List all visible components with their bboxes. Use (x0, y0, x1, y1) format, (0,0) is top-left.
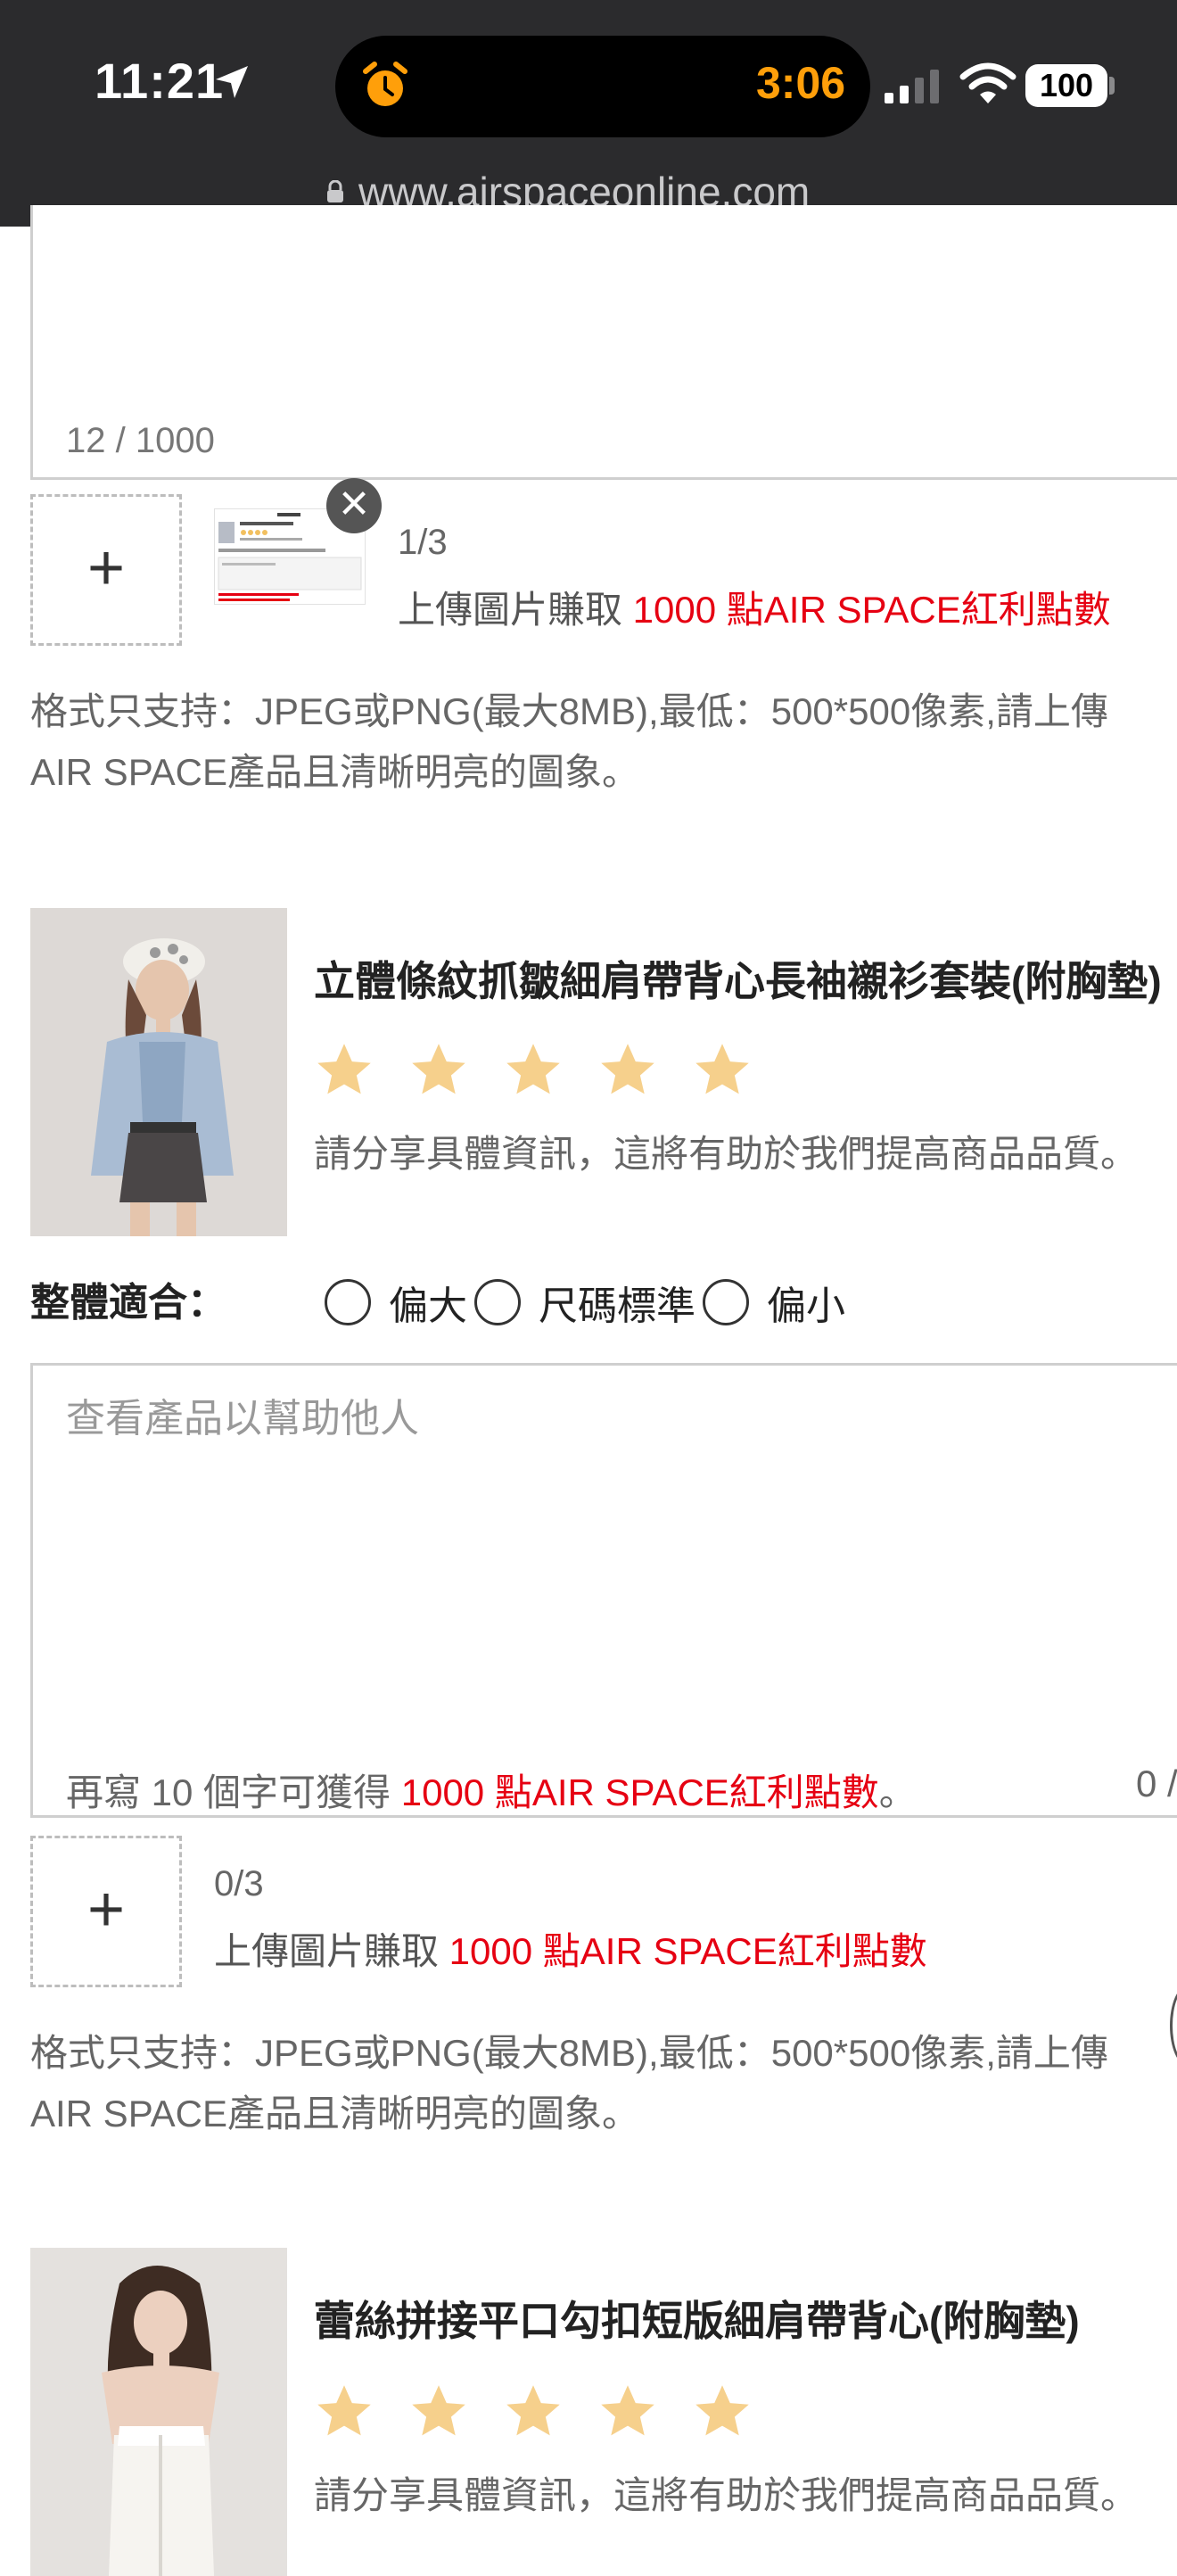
write-bonus-prefix: 再寫 10 個字可獲得 (66, 1771, 401, 1813)
star-icon[interactable] (503, 1040, 564, 1101)
format-note-line-2: AIR SPACE產品且清晰明亮的圖象。 (30, 751, 639, 793)
alarm-clock-icon (363, 62, 407, 106)
write-bonus-suffix: 。 (878, 1771, 917, 1813)
fit-option-label: 偏大 (389, 1284, 467, 1328)
product-photo-3 (30, 2248, 287, 2576)
add-photo-button-2[interactable]: + (30, 1836, 182, 1987)
review-hint-3: 請分享具體資訊，這將有助於我們提高商品品質。 (314, 2474, 1139, 2516)
star-icon[interactable] (408, 2382, 469, 2442)
upload-count-1: 1/3 (398, 523, 448, 562)
fit-radio-group[interactable]: 偏大 尺碼標準 偏小 (325, 1274, 852, 1331)
star-icon[interactable] (314, 2382, 374, 2442)
product-image-2 (30, 908, 287, 1236)
star-icon[interactable] (503, 2382, 564, 2442)
star-icon[interactable] (692, 1040, 753, 1101)
remove-image-button[interactable]: ✕ (326, 478, 382, 533)
star-rating-2[interactable] (314, 1040, 753, 1102)
wifi-icon (959, 62, 1017, 103)
star-icon[interactable] (408, 1040, 469, 1101)
char-counter-1: 12 / 1000 (66, 421, 215, 460)
format-note-line-2: AIR SPACE產品且清晰明亮的圖象。 (30, 2093, 639, 2134)
fit-option-label: 偏小 (767, 1284, 845, 1328)
plus-icon: + (86, 1874, 126, 1945)
format-note-1: 格式只支持：JPEG或PNG(最大8MB),最低：500*500像素,請上傳 A… (30, 681, 1177, 803)
battery-tip (1109, 77, 1115, 95)
live-activity-timer: 3:06 (756, 58, 846, 108)
star-icon[interactable] (692, 2382, 753, 2442)
location-arrow-icon (216, 66, 248, 98)
star-icon[interactable] (597, 2382, 658, 2442)
status-time: 11:21 (95, 53, 225, 109)
battery-indicator: 100 (1025, 64, 1107, 107)
cellular-signal-icon (885, 70, 939, 103)
plus-icon: + (86, 533, 126, 604)
upload-reward-text-2: 上傳圖片賺取 1000 點AIR SPACE紅利點數 (214, 1921, 927, 1976)
char-counter-2: 0 / (1136, 1763, 1177, 1804)
fit-option-label: 尺碼標準 (539, 1284, 696, 1328)
format-note-line-1: 格式只支持：JPEG或PNG(最大8MB),最低：500*500像素,請上傳 (30, 2032, 1108, 2074)
write-bonus-points: 1000 點AIR SPACE紅利點數 (400, 1771, 879, 1813)
lock-icon (327, 180, 343, 202)
review-placeholder-2: 查看產品以幫助他人 (66, 1397, 419, 1441)
upload-reward-text-1: 上傳圖片賺取 1000 點AIR SPACE紅利點數 (398, 580, 1111, 634)
product-image-3 (30, 2248, 287, 2576)
fit-option-large[interactable]: 偏大 (325, 1274, 474, 1331)
upload-reward-prefix: 上傳圖片賺取 (214, 1930, 449, 1972)
upload-reward-points: 1000 點AIR SPACE紅利點數 (449, 1930, 927, 1972)
radio-button[interactable] (325, 1279, 371, 1325)
fit-option-small[interactable]: 偏小 (703, 1274, 852, 1331)
product-title-2: 立體條紋抓皺細肩帶背心長袖襯衫套裝(附胸墊) (314, 958, 1162, 1004)
radio-button[interactable] (703, 1279, 749, 1325)
fit-option-standard[interactable]: 尺碼標準 (474, 1274, 703, 1331)
upload-reward-prefix: 上傳圖片賺取 (398, 589, 633, 631)
star-rating-3[interactable] (314, 2382, 753, 2444)
add-photo-button-1[interactable]: + (30, 494, 182, 646)
write-bonus-hint: 再寫 10 個字可獲得 1000 點AIR SPACE紅利點數。 (66, 1763, 917, 1817)
product-title-3: 蕾絲拼接平口勾扣短版細肩帶背心(附胸墊) (314, 2298, 1080, 2344)
product-photo-2 (30, 908, 287, 1236)
review-hint-2: 請分享具體資訊，這將有助於我們提高商品品質。 (314, 1133, 1139, 1175)
star-icon[interactable] (597, 1040, 658, 1101)
format-note-2: 格式只支持：JPEG或PNG(最大8MB),最低：500*500像素,請上傳 A… (30, 2023, 1177, 2144)
upload-count-2: 0/3 (214, 1864, 264, 1903)
format-note-line-1: 格式只支持：JPEG或PNG(最大8MB),最低：500*500像素,請上傳 (30, 690, 1108, 732)
star-icon[interactable] (314, 1040, 374, 1101)
fit-label: 整體適合： (30, 1281, 226, 1325)
radio-button[interactable] (474, 1279, 521, 1325)
upload-reward-points: 1000 點AIR SPACE紅利點數 (632, 589, 1111, 631)
